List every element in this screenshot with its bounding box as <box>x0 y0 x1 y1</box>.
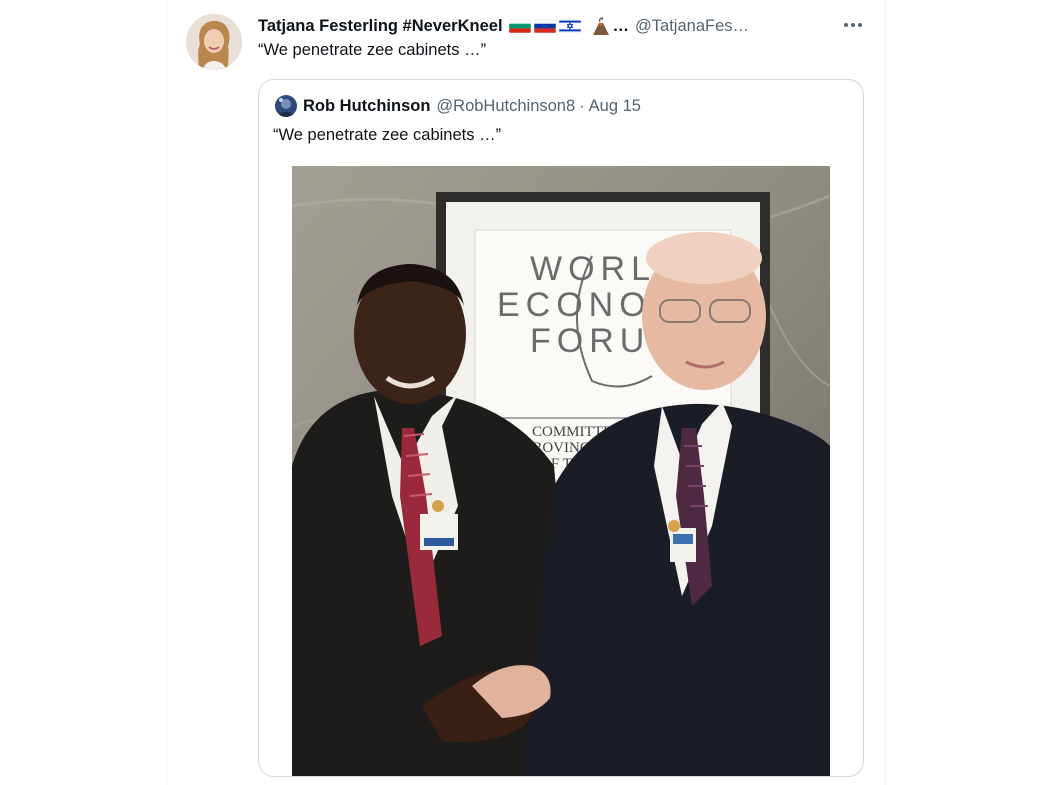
author-handle[interactable]: @TatjanaFes… <box>635 17 749 36</box>
handshake-photo-image: WORL ECONO FORU COMMITTE PROVING OF T <box>292 166 830 776</box>
name-ellipsis: … <box>612 16 630 35</box>
quoted-tweet-card[interactable]: Rob Hutchinson @RobHutchinson8 · Aug 15 … <box>258 79 864 777</box>
woman-portrait-icon <box>186 14 242 70</box>
sign-line-1: WORL <box>530 250 656 288</box>
quoted-tweet-photo[interactable]: WORL ECONO FORU COMMITTE PROVING OF T <box>292 166 830 776</box>
quoted-author-name[interactable]: Rob Hutchinson <box>303 97 430 116</box>
russia-flag-icon <box>533 19 556 33</box>
author-avatar[interactable] <box>186 14 242 70</box>
sign-line-3: FORU <box>530 322 650 360</box>
quoted-tweet-header: Rob Hutchinson @RobHutchinson8 · Aug 15 <box>275 94 641 118</box>
more-dots-icon <box>844 23 862 27</box>
sign-line-2: ECONO <box>497 286 652 324</box>
tweet-header: Tatjana Festerling #NeverKneel … @Tatjan… <box>258 14 749 38</box>
meta-separator: · <box>579 96 585 115</box>
quoted-tweet-date[interactable]: Aug 15 <box>589 97 641 116</box>
israel-flag-icon <box>558 19 581 33</box>
tweet-text: “We penetrate zee cabinets …” <box>258 41 487 59</box>
bulgaria-flag-icon <box>508 19 531 33</box>
flag-emojis <box>508 16 612 36</box>
author-name[interactable]: Tatjana Festerling #NeverKneel <box>258 17 503 36</box>
quoted-author-handle[interactable]: @RobHutchinson8 <box>436 97 575 116</box>
quoted-tweet-text: “We penetrate zee cabinets …” <box>273 126 502 144</box>
quoted-author-avatar[interactable] <box>275 95 297 117</box>
more-options-button[interactable] <box>838 12 868 38</box>
volcano-emoji-icon <box>592 17 609 35</box>
